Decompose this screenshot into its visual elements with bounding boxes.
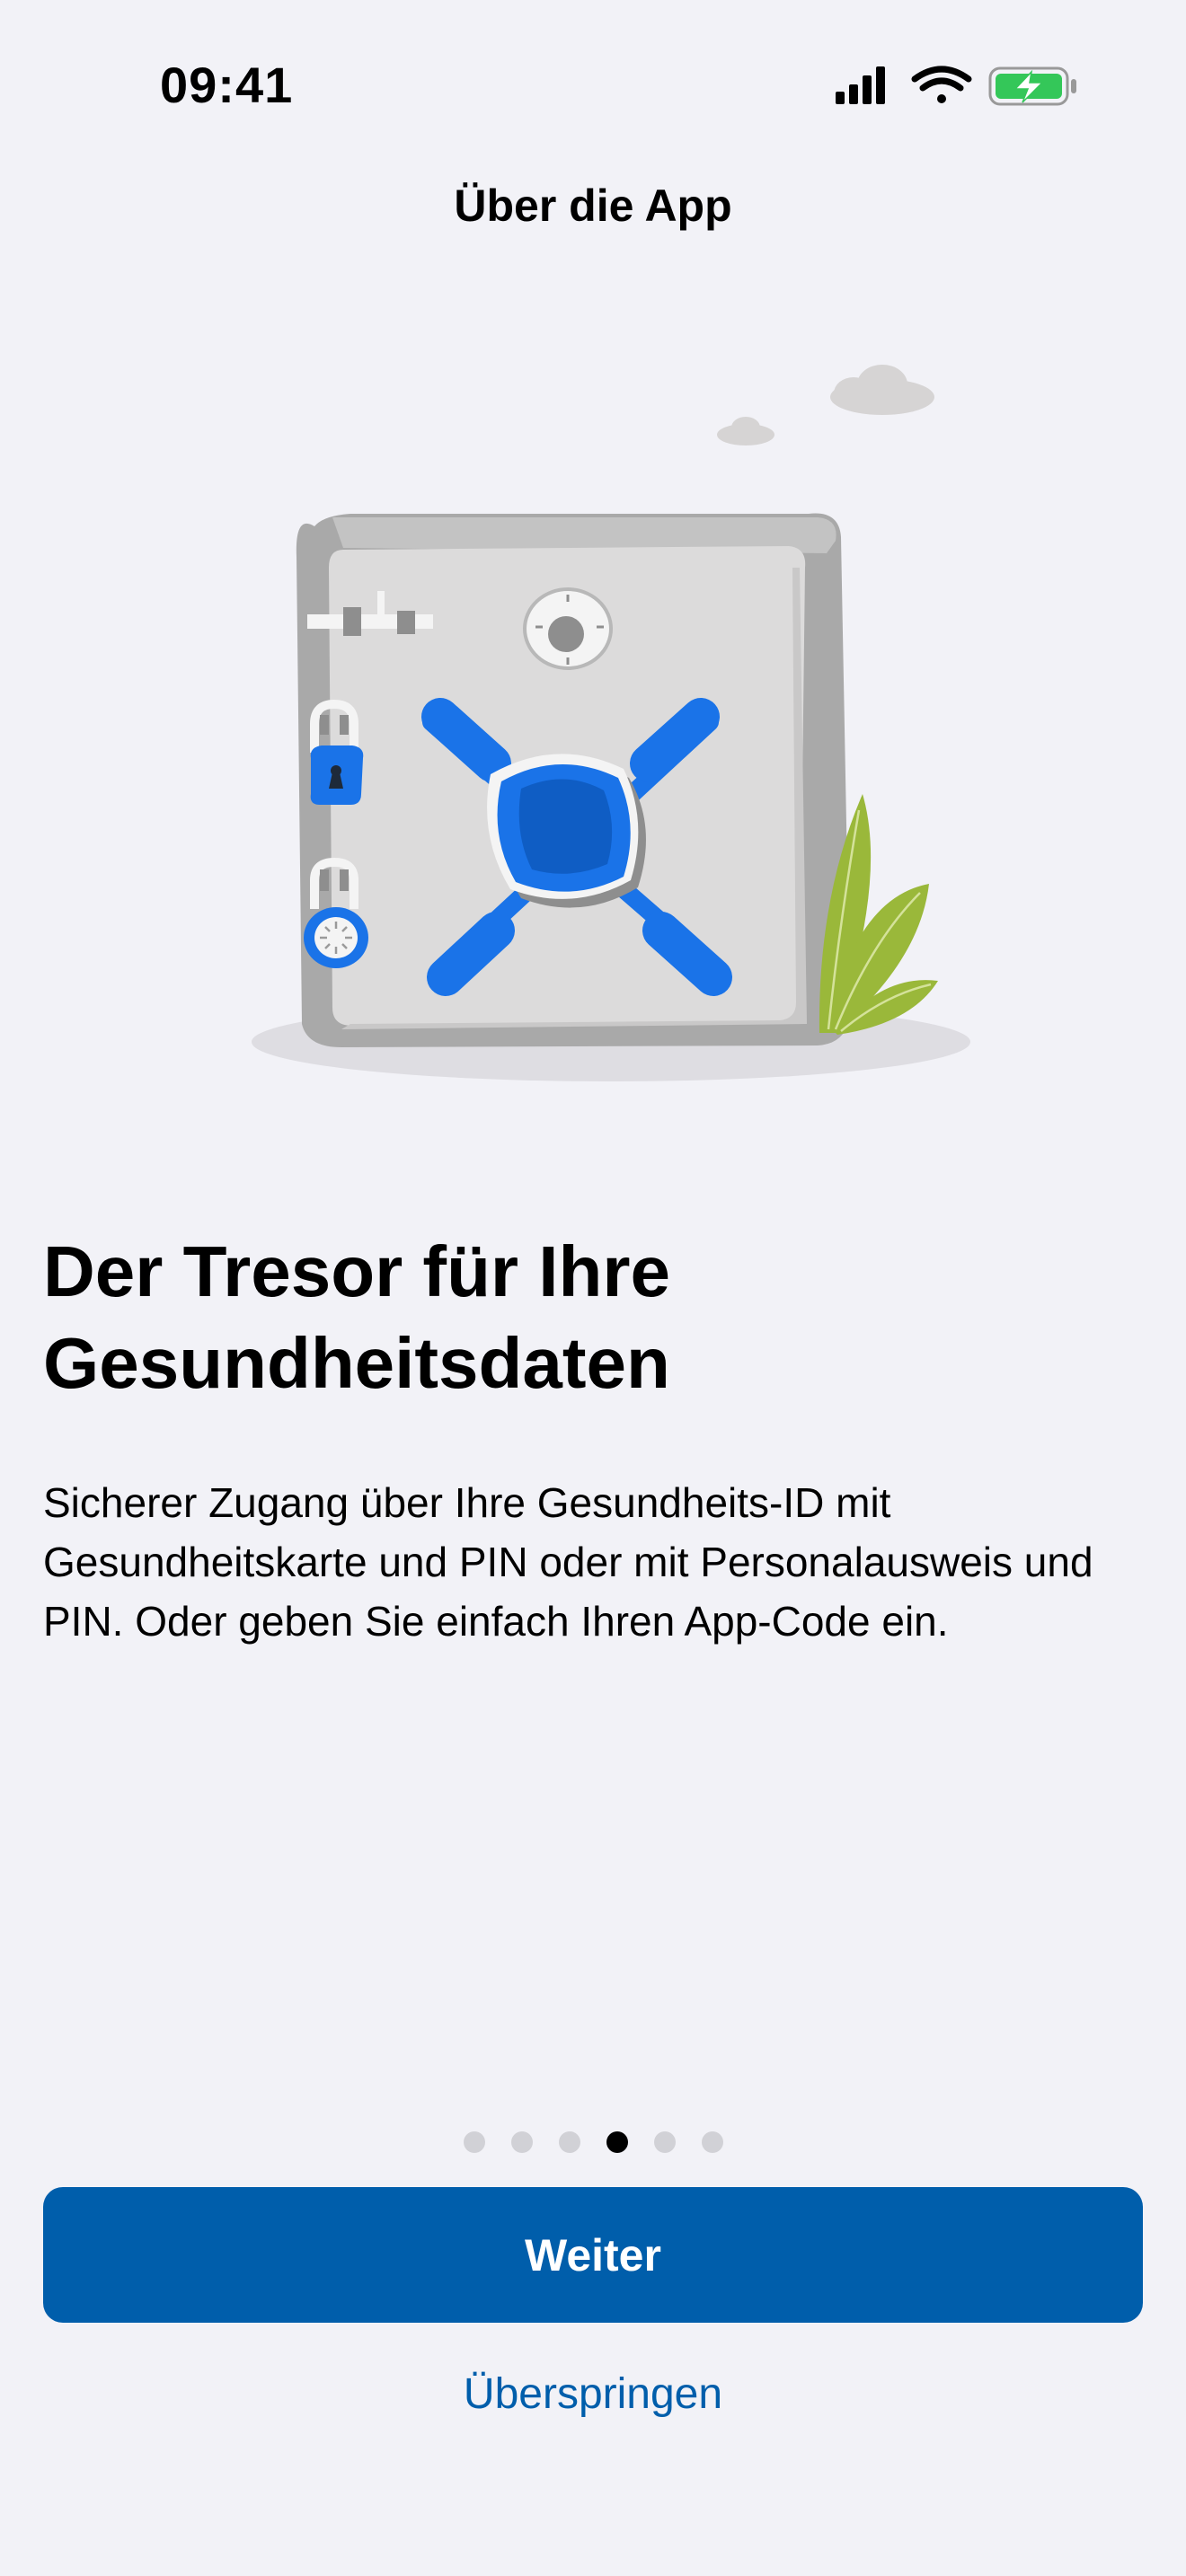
continue-button[interactable]: Weiter [43, 2187, 1143, 2323]
page-dot-3[interactable] [558, 2131, 580, 2153]
battery-charging-icon [988, 66, 1076, 106]
dial-icon [523, 587, 613, 670]
page-dot-5[interactable] [653, 2131, 676, 2153]
status-icons [836, 66, 1076, 106]
status-bar: 09:41 [0, 0, 1186, 171]
description-text: Sicherer Zugang über Ihre Gesundheits-ID… [43, 1479, 1093, 1645]
page-dot-1[interactable] [463, 2131, 485, 2153]
page-dot-2[interactable] [510, 2131, 533, 2153]
headline: Der Tresor für Ihre Gesundheitsdaten [43, 1231, 671, 1403]
cloud-icon [717, 365, 934, 446]
page-indicator[interactable] [0, 2131, 1186, 2153]
safe-illustration [252, 365, 970, 1081]
safe-wheel-icon [487, 754, 646, 908]
status-time: 09:41 [160, 57, 294, 113]
cellular-signal-icon [836, 66, 885, 104]
nav-title: Über die App [454, 181, 732, 231]
page-dot-6[interactable] [701, 2131, 723, 2153]
page-dot-4-active[interactable] [606, 2131, 628, 2153]
skip-button[interactable]: Überspringen [0, 2358, 1186, 2430]
wifi-icon [911, 66, 972, 103]
